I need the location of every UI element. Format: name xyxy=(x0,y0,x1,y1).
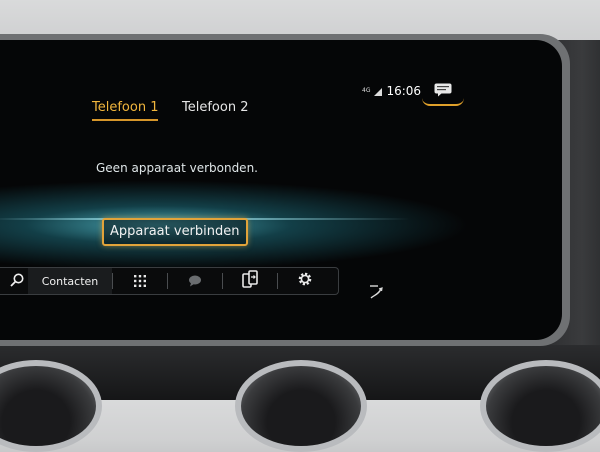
contacts-label: Contacten xyxy=(41,274,99,288)
gear-icon xyxy=(297,271,313,291)
device-switch-button[interactable] xyxy=(223,268,277,294)
phone-transfer-icon xyxy=(242,270,258,292)
infotainment-screen: 4G 16:06 Telefoon 1 Telefoon 2 Geen appa… xyxy=(0,40,562,340)
keypad-icon xyxy=(134,272,146,291)
tab-telefoon-1[interactable]: Telefoon 1 xyxy=(92,100,159,121)
tab-telefoon-2[interactable]: Telefoon 2 xyxy=(182,100,248,119)
no-device-message: Geen apparaat verbonden. xyxy=(96,161,258,175)
bottom-toolbar: Contacten xyxy=(0,267,339,295)
clock: 16:06 xyxy=(386,83,422,98)
keypad-button[interactable] xyxy=(113,268,167,294)
air-vent-center xyxy=(235,360,367,452)
messages-button[interactable] xyxy=(168,268,222,294)
status-bar: 4G 16:06 xyxy=(362,81,421,100)
contacts-button[interactable]: Contacten xyxy=(28,268,112,294)
search-button[interactable] xyxy=(6,268,28,294)
message-icon xyxy=(434,82,452,101)
notifications-button[interactable] xyxy=(422,78,464,106)
settings-button[interactable] xyxy=(278,268,332,294)
network-badge: 4G xyxy=(362,86,371,94)
signal-icon xyxy=(374,81,383,100)
air-vent-right xyxy=(480,360,600,452)
auto-hold-indicator-icon xyxy=(369,284,385,304)
connect-device-button[interactable]: Apparaat verbinden xyxy=(102,218,248,246)
search-icon xyxy=(10,272,24,291)
speech-bubble-icon xyxy=(188,272,202,291)
